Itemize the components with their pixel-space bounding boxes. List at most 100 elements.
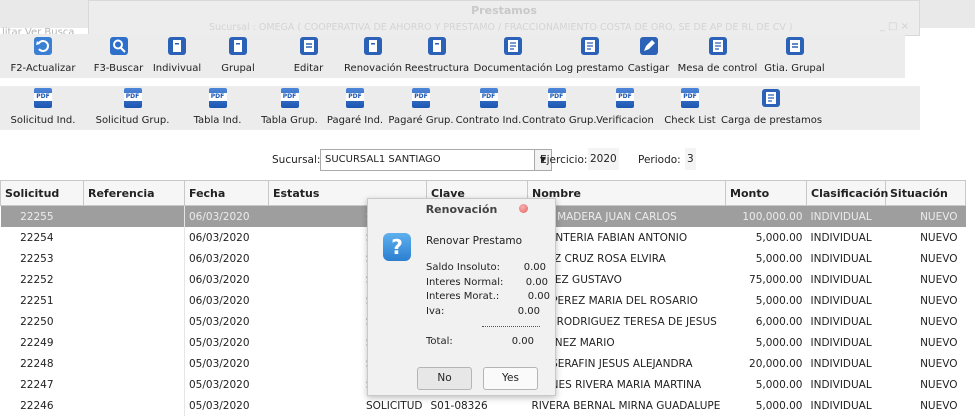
column-header-clasificacion[interactable]: Clasificación (807, 181, 886, 206)
cell-referencia (84, 353, 185, 374)
periodo-value[interactable]: 3 (685, 148, 696, 170)
sucursal-value: SUCURSAL1 SANTIAGO (325, 154, 441, 165)
column-header-nombre[interactable]: Nombre (528, 181, 726, 206)
column-header-fecha[interactable]: Fecha (185, 181, 269, 206)
total-label: Total: (426, 336, 453, 347)
cell-solicitud: 22254 (1, 227, 84, 248)
cell-clasificacion: INDIVIDUAL (807, 332, 886, 353)
cell-estatus: SOLICITUD (269, 395, 427, 416)
cell-fecha: 05/03/2020 (185, 332, 269, 353)
toolbar-button-reestructura[interactable]: Reestructura (402, 34, 472, 78)
toolbar-button-label: Pagaré Ind. (323, 115, 387, 126)
saldo-label: Saldo Insoluto: (426, 262, 500, 273)
edit-icon (785, 36, 805, 56)
cell-solicitud: 22249 (1, 332, 84, 353)
cell-fecha: 06/03/2020 (185, 290, 269, 311)
toolbar-button-f2-actualizar[interactable]: F2-Actualizar (0, 34, 86, 78)
toolbar-button-castigar[interactable]: Castigar (625, 34, 672, 78)
cell-nombre: S RENTERIA FABIAN ANTONIO (528, 227, 726, 248)
cell-situacion: NUEVO (886, 206, 966, 228)
cell-clasificacion: INDIVIDUAL (807, 227, 886, 248)
cell-nombre: RIVERA BERNAL MIRNA GUADALUPE (528, 395, 726, 416)
cell-fecha: 06/03/2020 (185, 248, 269, 269)
cell-fecha: 06/03/2020 (185, 269, 269, 290)
cell-fecha: 05/03/2020 (185, 395, 269, 416)
cell-referencia (84, 248, 185, 269)
ejercicio-value[interactable]: 2020 (588, 148, 619, 170)
cell-nombre: ARTINEZ MARIO (528, 332, 726, 353)
toolbar-button-gtia-grupal[interactable]: Gtia. Grupal (763, 34, 826, 78)
cell-solicitud: 22247 (1, 374, 84, 395)
cell-monto: 5,000.00 (726, 248, 807, 269)
total-value: 0.00 (512, 336, 534, 347)
interes-value: 0.00 (526, 277, 548, 288)
toolbar-button-label: Solicitud Grup. (86, 115, 179, 126)
yes-button[interactable]: Yes (483, 367, 538, 390)
toolbar-button-contrato-ind[interactable]: PDFContrato Ind. (455, 86, 522, 130)
toolbar-button-log-prestamo[interactable]: Log prestamo (554, 34, 625, 78)
window-title: Prestamos (89, 4, 919, 17)
cell-nombre: LLANES RIVERA MARIA MARTINA (528, 374, 726, 395)
pdf-icon: PDF (124, 88, 142, 108)
toolbar-button-carga-de-prestamos[interactable]: Carga de prestamos (721, 86, 821, 130)
cell-situacion: NUEVO (886, 395, 966, 416)
close-icon[interactable] (519, 204, 528, 213)
toolbar-button-label: Mesa de control (672, 63, 763, 74)
cell-clasificacion: INDIVIDUAL (807, 353, 886, 374)
toolbar-button-check-list[interactable]: PDFCheck List (659, 86, 721, 130)
cell-referencia (84, 227, 185, 248)
ejercicio-label: Ejercicio: (540, 154, 587, 166)
toolbar-button-grupal[interactable]: Grupal (203, 34, 273, 78)
cell-situacion: NUEVO (886, 248, 966, 269)
cell-referencia (84, 206, 185, 228)
question-icon: ? (383, 233, 411, 261)
column-header-situacion[interactable]: Situación (886, 181, 966, 206)
toolbar-button-editar[interactable]: Editar (273, 34, 344, 78)
pdf-icon: PDF (412, 88, 430, 108)
column-header-referencia[interactable]: Referencia (84, 181, 185, 206)
column-header-monto[interactable]: Monto (726, 181, 807, 206)
moratorio-label: Interes Morat.: (426, 291, 499, 302)
cell-fecha: 06/03/2020 (185, 206, 269, 228)
window-controls[interactable]: _ □ × (880, 21, 909, 32)
cell-situacion: NUEVO (886, 290, 966, 311)
toolbar-button-tabla-grup[interactable]: PDFTabla Grup. (256, 86, 323, 130)
pdf-icon: PDF (346, 88, 364, 108)
toolbar-button-contrato-grup[interactable]: PDFContrato Grup. (522, 86, 591, 130)
prestamos-window-titlebar[interactable]: Prestamos Sucursal : OMEGA ( COOPERATIVA… (88, 0, 920, 36)
toolbar-button-label: Grupal (203, 63, 273, 74)
cell-solicitud: 22246 (1, 395, 84, 416)
toolbar-button-label: F3-Buscar (86, 63, 151, 74)
toolbar-button-label: Gtia. Grupal (763, 63, 826, 74)
toolbar-button-documentacion[interactable]: Documentación (472, 34, 554, 78)
toolbar-button-pagare-ind[interactable]: PDF Pagaré Ind. (323, 86, 387, 130)
cell-situacion: NUEVO (886, 353, 966, 374)
cell-nombre: NUÑEZ GUSTAVO (528, 269, 726, 290)
cell-solicitud: 22251 (1, 290, 84, 311)
toolbar-button-tabla-ind[interactable]: PDFTabla Ind. (179, 86, 256, 130)
cell-nombre: MA SERAFIN JESUS ALEJANDRA (528, 353, 726, 374)
toolbar-button-label: Carga de prestamos (721, 115, 821, 126)
toolbar-button-f3-buscar[interactable]: F3-Buscar (86, 34, 151, 78)
cell-monto: 5,000.00 (726, 374, 807, 395)
toolbar-button-indivivual[interactable]: Indivivual (151, 34, 203, 78)
cell-solicitud: 22252 (1, 269, 84, 290)
total-separator (482, 326, 540, 327)
toolbar-button-label: Solicitud Ind. (0, 115, 86, 126)
list-icon (580, 36, 600, 56)
sucursal-select[interactable]: SUCURSAL1 SANTIAGO ▼ (320, 149, 552, 171)
toolbar-button-mesa-de-control[interactable]: Mesa de control (672, 34, 763, 78)
toolbar-button-renovacion[interactable]: Renovación (344, 34, 402, 78)
toolbar-button-solicitud-ind[interactable]: PDFSolicitud Ind. (0, 86, 86, 130)
edit-icon (299, 36, 319, 56)
toolbar-button-verificacion[interactable]: PDFVerificacion (591, 86, 659, 130)
toolbar-button-pagare-grup[interactable]: PDFPagaré Grup. (387, 86, 455, 130)
cell-referencia (84, 290, 185, 311)
toolbar-button-solicitud-grup[interactable]: PDF Solicitud Grup. (86, 86, 179, 130)
table-row[interactable]: 2224605/03/2020SOLICITUDS01-08326RIVERA … (1, 395, 966, 416)
no-button[interactable]: No (417, 367, 472, 390)
list-icon (761, 88, 781, 108)
column-header-solicitud[interactable]: Solicitud (1, 181, 84, 206)
cell-clasificacion: INDIVIDUAL (807, 290, 886, 311)
pen-icon (639, 36, 659, 56)
